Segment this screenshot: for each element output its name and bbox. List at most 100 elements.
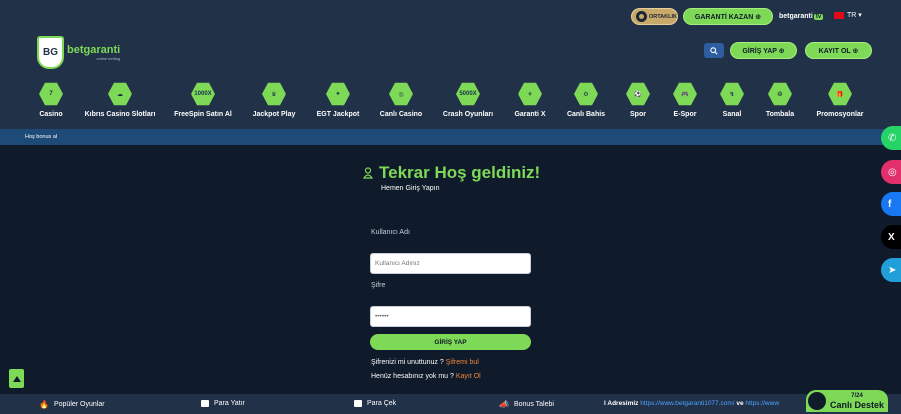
money-icon — [201, 400, 209, 407]
login-submit-button[interactable]: GİRİŞ YAP — [370, 334, 531, 350]
nav-item-2[interactable]: 1000X FreeSpin Satın Al — [174, 82, 232, 118]
password-label: Şifre — [371, 282, 386, 289]
nav-item-10[interactable]: 🎮 E-Spor — [673, 82, 697, 118]
popular-games-label: Popüler Oyunlar — [53, 401, 105, 408]
nav-item-1[interactable]: ☁ Kıbrıs Casino Slotları — [84, 82, 156, 118]
password-input[interactable]: •••••• — [370, 306, 531, 327]
nav-icon: ⚽ — [626, 82, 650, 106]
nav-label: Kıbrıs Casino Slotları — [84, 111, 156, 118]
announcement-marquee: Hoş bonus al — [0, 129, 901, 145]
address-ticker: l Adresimiz https://www.betgaranti1077.c… — [604, 400, 814, 407]
site-logo[interactable]: BG betgaranti online betting — [37, 35, 127, 70]
withdraw-label: Para Çek — [367, 400, 397, 407]
x-twitter-button[interactable]: X — [881, 225, 901, 249]
header-register-button[interactable]: KAYIT OL ⊕ — [805, 42, 872, 59]
user-icon — [363, 167, 373, 179]
page-title: Tekrar Hoş geldiniz! — [379, 163, 541, 182]
popular-games-link[interactable]: 🔥 Popüler Oyunlar — [39, 400, 105, 409]
withdraw-link[interactable]: Para Çek — [354, 400, 396, 407]
nav-item-8[interactable]: ⚙ Canlı Bahis — [567, 82, 605, 118]
search-button[interactable] — [704, 43, 724, 58]
header: ORTAKLIK GARANTİ KAZAN ⊕ betgaranti tv T… — [0, 0, 901, 129]
nav-icon: ♛ — [262, 82, 286, 106]
facebook-icon: f — [888, 198, 892, 210]
register-row: Henüz hesabınız yok mu ? Kayıt Ol — [371, 373, 481, 380]
nav-label: Tombala — [765, 111, 795, 118]
language-selector[interactable]: TR ▾ — [834, 11, 862, 19]
nav-icon: ⚙ — [574, 82, 598, 106]
ticker-mid: ve — [736, 400, 744, 407]
ortaklik-button[interactable]: ORTAKLIK — [631, 8, 678, 25]
forgot-text: Şifrenizi mi unuttunuz ? — [371, 359, 444, 366]
eye-icon — [636, 11, 647, 22]
nav-label: Canlı Casino — [379, 111, 423, 118]
logo-tagline: online betting — [96, 55, 121, 61]
turkey-flag-icon — [834, 11, 844, 19]
register-link[interactable]: Kayıt Ol — [456, 373, 481, 380]
betgaranti-tv-link[interactable]: betgaranti tv — [779, 9, 825, 24]
nav-icon: 🎁 — [827, 82, 852, 106]
live-support-button[interactable]: 7/24 Canlı Destek — [806, 390, 888, 412]
nav-label: Spor — [630, 111, 646, 118]
language-label: TR ▾ — [847, 12, 862, 19]
header-login-button[interactable]: GİRİŞ YAP ⊕ — [730, 42, 797, 59]
fire-icon: 🔥 — [39, 400, 49, 409]
x-icon: X — [888, 231, 895, 243]
deposit-label: Para Yatır — [214, 400, 245, 407]
instagram-icon: ◎ — [888, 166, 897, 178]
nav-label: E-Spor — [673, 111, 697, 118]
megaphone-icon: 📣 — [499, 400, 509, 409]
nav-label: Crash Oyunları — [442, 111, 494, 118]
nav-icon: ◎ — [389, 82, 413, 106]
search-icon — [710, 46, 718, 55]
nav-item-9[interactable]: ⚽ Spor — [626, 82, 650, 118]
live-support-label: Canlı Destek — [830, 400, 885, 410]
money-icon — [354, 400, 362, 407]
whatsapp-button[interactable]: ✆ — [881, 126, 901, 150]
tv-brand-text: betgaranti — [779, 13, 813, 20]
logo-shield-icon: BG — [37, 36, 64, 69]
main-nav: 7 Casino ☁ Kıbrıs Casino Slotları 1000X FreeS… — [0, 82, 901, 122]
ticker-link-2[interactable]: https://www — [745, 400, 779, 407]
nav-icon: 1000X — [190, 82, 215, 106]
nav-label: Promosyonlar — [816, 111, 864, 118]
register-text: Henüz hesabınız yok mu ? — [371, 373, 454, 380]
nav-icon: ♠ — [325, 82, 350, 106]
username-input[interactable] — [370, 253, 531, 274]
whatsapp-icon: ✆ — [888, 132, 897, 144]
nav-item-12[interactable]: ❂ Tombala — [766, 82, 794, 118]
nav-label: Jackpot Play — [252, 111, 296, 118]
instagram-button[interactable]: ◎ — [881, 160, 901, 184]
nav-item-13[interactable]: 🎁 Promosyonlar — [816, 82, 864, 118]
logo-brand-text: betgaranti — [67, 43, 121, 56]
forgot-password-link[interactable]: Şifremi bul — [446, 359, 479, 366]
ortaklik-label: ORTAKLIK — [648, 13, 677, 20]
deposit-link[interactable]: Para Yatır — [201, 400, 245, 407]
garanti-kazan-button[interactable]: GARANTİ KAZAN ⊕ — [683, 8, 773, 25]
ticker-prefix: l Adresimiz — [604, 400, 639, 407]
scroll-to-top-button[interactable] — [9, 369, 24, 388]
nav-item-0[interactable]: 7 Casino — [39, 82, 63, 118]
nav-label: Sanal — [722, 111, 742, 118]
facebook-button[interactable]: f — [881, 192, 901, 216]
nav-label: Canlı Bahis — [566, 111, 606, 118]
nav-item-11[interactable]: ↯ Sanal — [720, 82, 744, 118]
nav-item-4[interactable]: ♠ EGT Jackpot — [317, 82, 359, 118]
nav-item-7[interactable]: ✈ Garanti X — [514, 82, 546, 118]
support-agent-icon — [808, 392, 826, 410]
bonus-request-link[interactable]: 📣 Bonus Talebi — [499, 400, 554, 409]
ticker-link-1[interactable]: https://www.betgaranti1077.com/ — [640, 400, 734, 407]
tv-badge: tv — [813, 13, 824, 20]
nav-icon: 5000X — [456, 82, 480, 106]
nav-item-3[interactable]: ♛ Jackpot Play — [252, 82, 296, 118]
nav-icon: ✈ — [518, 82, 542, 106]
nav-item-6[interactable]: 5000X Crash Oyunları — [443, 82, 493, 118]
nav-item-5[interactable]: ◎ Canlı Casino — [380, 82, 422, 118]
page-subtitle: Hemen Giriş Yapın — [381, 185, 440, 192]
nav-label: FreeSpin Satın Al — [174, 111, 232, 118]
nav-icon: 🎮 — [673, 82, 697, 106]
telegram-button[interactable]: ➤ — [881, 258, 901, 282]
nav-icon: ❂ — [767, 82, 792, 106]
nav-label: Garanti X — [514, 111, 546, 118]
nav-icon: ↯ — [720, 82, 744, 106]
